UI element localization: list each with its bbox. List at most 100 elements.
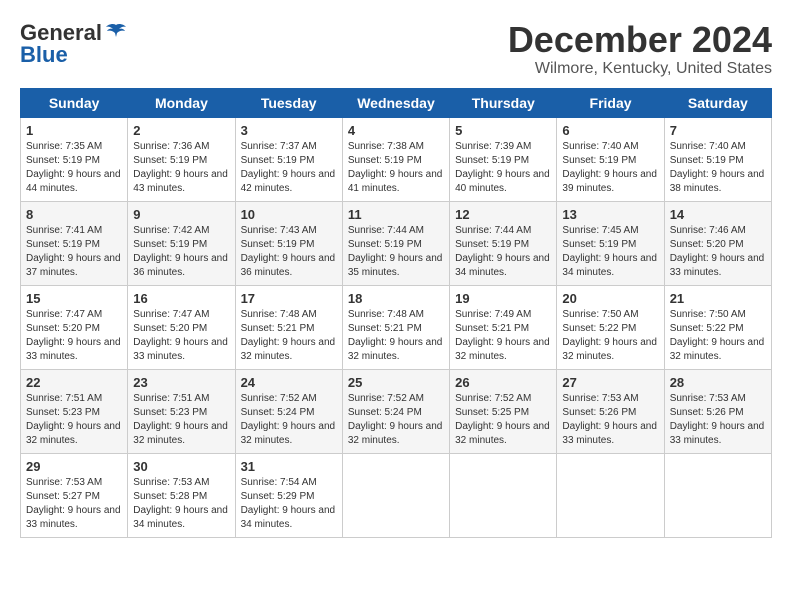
day-info: Sunrise: 7:35 AMSunset: 5:19 PMDaylight:… bbox=[26, 141, 121, 194]
day-number: 19 bbox=[455, 291, 551, 306]
calendar-day-3: 3 Sunrise: 7:37 AMSunset: 5:19 PMDayligh… bbox=[235, 117, 342, 201]
day-info: Sunrise: 7:49 AMSunset: 5:21 PMDaylight:… bbox=[455, 309, 550, 362]
weekday-header-sunday: Sunday bbox=[21, 88, 128, 117]
empty-cell bbox=[664, 453, 771, 537]
title-area: December 2024 Wilmore, Kentucky, United … bbox=[508, 20, 772, 78]
calendar-day-31: 31 Sunrise: 7:54 AMSunset: 5:29 PMDaylig… bbox=[235, 453, 342, 537]
day-info: Sunrise: 7:53 AMSunset: 5:28 PMDaylight:… bbox=[133, 477, 228, 530]
day-number: 21 bbox=[670, 291, 766, 306]
calendar-day-16: 16 Sunrise: 7:47 AMSunset: 5:20 PMDaylig… bbox=[128, 285, 235, 369]
calendar-day-13: 13 Sunrise: 7:45 AMSunset: 5:19 PMDaylig… bbox=[557, 201, 664, 285]
day-info: Sunrise: 7:53 AMSunset: 5:26 PMDaylight:… bbox=[562, 393, 657, 446]
day-number: 2 bbox=[133, 123, 229, 138]
day-info: Sunrise: 7:38 AMSunset: 5:19 PMDaylight:… bbox=[348, 141, 443, 194]
day-info: Sunrise: 7:41 AMSunset: 5:19 PMDaylight:… bbox=[26, 225, 121, 278]
day-number: 11 bbox=[348, 207, 444, 222]
logo-bird-icon bbox=[106, 23, 126, 39]
day-number: 23 bbox=[133, 375, 229, 390]
day-info: Sunrise: 7:47 AMSunset: 5:20 PMDaylight:… bbox=[26, 309, 121, 362]
day-info: Sunrise: 7:37 AMSunset: 5:19 PMDaylight:… bbox=[241, 141, 336, 194]
calendar-day-14: 14 Sunrise: 7:46 AMSunset: 5:20 PMDaylig… bbox=[664, 201, 771, 285]
day-number: 12 bbox=[455, 207, 551, 222]
weekday-header-friday: Friday bbox=[557, 88, 664, 117]
calendar-day-10: 10 Sunrise: 7:43 AMSunset: 5:19 PMDaylig… bbox=[235, 201, 342, 285]
day-number: 26 bbox=[455, 375, 551, 390]
day-number: 3 bbox=[241, 123, 337, 138]
calendar-table: SundayMondayTuesdayWednesdayThursdayFrid… bbox=[20, 88, 772, 538]
calendar-day-2: 2 Sunrise: 7:36 AMSunset: 5:19 PMDayligh… bbox=[128, 117, 235, 201]
calendar-day-9: 9 Sunrise: 7:42 AMSunset: 5:19 PMDayligh… bbox=[128, 201, 235, 285]
day-number: 15 bbox=[26, 291, 122, 306]
weekday-header-tuesday: Tuesday bbox=[235, 88, 342, 117]
month-title: December 2024 bbox=[508, 20, 772, 60]
day-info: Sunrise: 7:40 AMSunset: 5:19 PMDaylight:… bbox=[670, 141, 765, 194]
calendar-day-20: 20 Sunrise: 7:50 AMSunset: 5:22 PMDaylig… bbox=[557, 285, 664, 369]
calendar-day-7: 7 Sunrise: 7:40 AMSunset: 5:19 PMDayligh… bbox=[664, 117, 771, 201]
day-info: Sunrise: 7:53 AMSunset: 5:26 PMDaylight:… bbox=[670, 393, 765, 446]
day-info: Sunrise: 7:39 AMSunset: 5:19 PMDaylight:… bbox=[455, 141, 550, 194]
calendar-day-26: 26 Sunrise: 7:52 AMSunset: 5:25 PMDaylig… bbox=[450, 369, 557, 453]
calendar-day-5: 5 Sunrise: 7:39 AMSunset: 5:19 PMDayligh… bbox=[450, 117, 557, 201]
day-number: 28 bbox=[670, 375, 766, 390]
day-info: Sunrise: 7:51 AMSunset: 5:23 PMDaylight:… bbox=[133, 393, 228, 446]
calendar-day-27: 27 Sunrise: 7:53 AMSunset: 5:26 PMDaylig… bbox=[557, 369, 664, 453]
empty-cell bbox=[557, 453, 664, 537]
calendar-day-12: 12 Sunrise: 7:44 AMSunset: 5:19 PMDaylig… bbox=[450, 201, 557, 285]
calendar-day-23: 23 Sunrise: 7:51 AMSunset: 5:23 PMDaylig… bbox=[128, 369, 235, 453]
day-number: 4 bbox=[348, 123, 444, 138]
empty-cell bbox=[342, 453, 449, 537]
day-number: 13 bbox=[562, 207, 658, 222]
weekday-header-wednesday: Wednesday bbox=[342, 88, 449, 117]
day-number: 16 bbox=[133, 291, 229, 306]
calendar-day-28: 28 Sunrise: 7:53 AMSunset: 5:26 PMDaylig… bbox=[664, 369, 771, 453]
day-info: Sunrise: 7:48 AMSunset: 5:21 PMDaylight:… bbox=[241, 309, 336, 362]
calendar-day-24: 24 Sunrise: 7:52 AMSunset: 5:24 PMDaylig… bbox=[235, 369, 342, 453]
day-number: 27 bbox=[562, 375, 658, 390]
calendar-day-8: 8 Sunrise: 7:41 AMSunset: 5:19 PMDayligh… bbox=[21, 201, 128, 285]
day-info: Sunrise: 7:46 AMSunset: 5:20 PMDaylight:… bbox=[670, 225, 765, 278]
calendar-day-18: 18 Sunrise: 7:48 AMSunset: 5:21 PMDaylig… bbox=[342, 285, 449, 369]
day-number: 29 bbox=[26, 459, 122, 474]
calendar-day-19: 19 Sunrise: 7:49 AMSunset: 5:21 PMDaylig… bbox=[450, 285, 557, 369]
day-info: Sunrise: 7:52 AMSunset: 5:24 PMDaylight:… bbox=[241, 393, 336, 446]
location-title: Wilmore, Kentucky, United States bbox=[508, 60, 772, 78]
calendar-day-17: 17 Sunrise: 7:48 AMSunset: 5:21 PMDaylig… bbox=[235, 285, 342, 369]
day-info: Sunrise: 7:44 AMSunset: 5:19 PMDaylight:… bbox=[348, 225, 443, 278]
calendar-day-22: 22 Sunrise: 7:51 AMSunset: 5:23 PMDaylig… bbox=[21, 369, 128, 453]
calendar-day-4: 4 Sunrise: 7:38 AMSunset: 5:19 PMDayligh… bbox=[342, 117, 449, 201]
day-info: Sunrise: 7:50 AMSunset: 5:22 PMDaylight:… bbox=[670, 309, 765, 362]
weekday-header-thursday: Thursday bbox=[450, 88, 557, 117]
calendar-day-15: 15 Sunrise: 7:47 AMSunset: 5:20 PMDaylig… bbox=[21, 285, 128, 369]
calendar-day-25: 25 Sunrise: 7:52 AMSunset: 5:24 PMDaylig… bbox=[342, 369, 449, 453]
day-number: 8 bbox=[26, 207, 122, 222]
day-info: Sunrise: 7:50 AMSunset: 5:22 PMDaylight:… bbox=[562, 309, 657, 362]
calendar-day-21: 21 Sunrise: 7:50 AMSunset: 5:22 PMDaylig… bbox=[664, 285, 771, 369]
calendar-day-30: 30 Sunrise: 7:53 AMSunset: 5:28 PMDaylig… bbox=[128, 453, 235, 537]
day-info: Sunrise: 7:54 AMSunset: 5:29 PMDaylight:… bbox=[241, 477, 336, 530]
day-number: 22 bbox=[26, 375, 122, 390]
day-number: 1 bbox=[26, 123, 122, 138]
page-header: General Blue December 2024 Wilmore, Kent… bbox=[20, 20, 772, 78]
logo-blue-text: Blue bbox=[20, 42, 68, 68]
day-number: 10 bbox=[241, 207, 337, 222]
day-info: Sunrise: 7:40 AMSunset: 5:19 PMDaylight:… bbox=[562, 141, 657, 194]
calendar-day-6: 6 Sunrise: 7:40 AMSunset: 5:19 PMDayligh… bbox=[557, 117, 664, 201]
day-info: Sunrise: 7:47 AMSunset: 5:20 PMDaylight:… bbox=[133, 309, 228, 362]
day-number: 20 bbox=[562, 291, 658, 306]
day-info: Sunrise: 7:44 AMSunset: 5:19 PMDaylight:… bbox=[455, 225, 550, 278]
logo: General Blue bbox=[20, 20, 126, 68]
weekday-header-monday: Monday bbox=[128, 88, 235, 117]
empty-cell bbox=[450, 453, 557, 537]
day-number: 6 bbox=[562, 123, 658, 138]
calendar-day-1: 1 Sunrise: 7:35 AMSunset: 5:19 PMDayligh… bbox=[21, 117, 128, 201]
day-info: Sunrise: 7:52 AMSunset: 5:25 PMDaylight:… bbox=[455, 393, 550, 446]
day-number: 9 bbox=[133, 207, 229, 222]
day-number: 7 bbox=[670, 123, 766, 138]
day-info: Sunrise: 7:36 AMSunset: 5:19 PMDaylight:… bbox=[133, 141, 228, 194]
day-number: 30 bbox=[133, 459, 229, 474]
weekday-header-saturday: Saturday bbox=[664, 88, 771, 117]
calendar-day-29: 29 Sunrise: 7:53 AMSunset: 5:27 PMDaylig… bbox=[21, 453, 128, 537]
day-info: Sunrise: 7:53 AMSunset: 5:27 PMDaylight:… bbox=[26, 477, 121, 530]
day-number: 17 bbox=[241, 291, 337, 306]
day-info: Sunrise: 7:48 AMSunset: 5:21 PMDaylight:… bbox=[348, 309, 443, 362]
